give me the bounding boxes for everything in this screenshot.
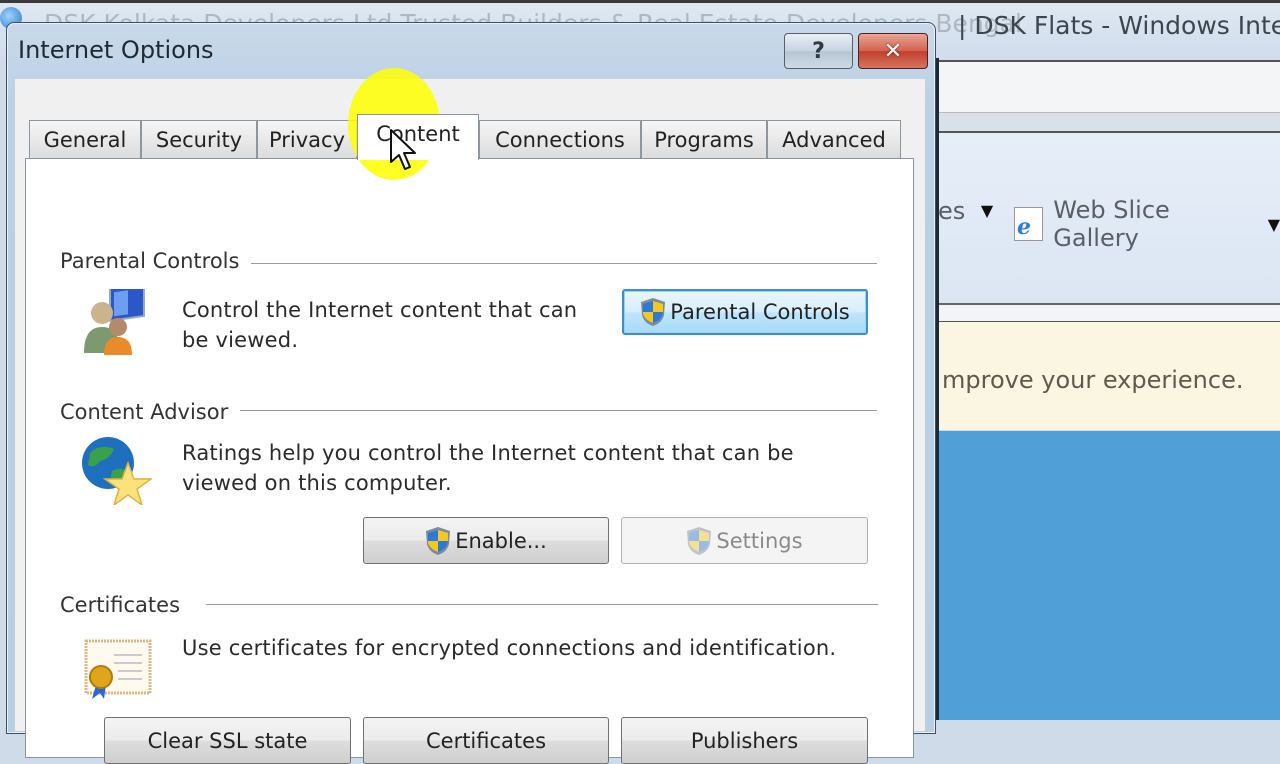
parental-controls-icon [80, 280, 150, 359]
certificates-button[interactable]: Certificates [363, 717, 609, 764]
dialog-body: General Security Privacy Content Connect… [15, 79, 925, 764]
address-bar-area[interactable] [938, 60, 1280, 114]
mouse-pointer-icon [389, 128, 419, 176]
browser-title: | DSK Flats - Windows Intern [958, 11, 1280, 40]
ie-page-icon: e [1014, 207, 1044, 241]
certificates-description: Use certificates for encrypted connectio… [182, 636, 837, 660]
web-slice-gallery-link[interactable]: e Web Slice Gallery ▼ [1014, 196, 1280, 252]
help-button[interactable]: ? [784, 33, 853, 69]
help-icon: ? [812, 38, 825, 64]
uac-shield-icon [641, 298, 666, 326]
internet-options-dialog: Internet Options ? ✕ General Security Pr… [6, 22, 936, 764]
content-advisor-description: Ratings help you control the Internet co… [182, 441, 794, 495]
favorites-item-partial[interactable]: es ▼ [938, 197, 993, 225]
uac-shield-icon [426, 526, 451, 555]
content-advisor-globe-star-icon [80, 435, 154, 509]
group-divider [241, 263, 877, 264]
certificates-heading: Certificates [60, 593, 193, 617]
certificate-icon [84, 639, 152, 703]
dialog-title: Internet Options [18, 36, 214, 64]
group-divider [236, 410, 877, 411]
content-advisor-settings-button[interactable]: Settings [621, 517, 868, 564]
tab-privacy[interactable]: Privacy [257, 120, 357, 158]
tab-general[interactable]: General [29, 120, 141, 158]
web-slice-gallery-label: Web Slice Gallery [1053, 196, 1170, 252]
parental-controls-description: Control the Internet content that can be… [182, 298, 578, 352]
web-page-content [938, 431, 1280, 720]
tab-advanced[interactable]: Advanced [767, 120, 901, 158]
clear-ssl-state-button[interactable]: Clear SSL state [104, 717, 351, 764]
group-divider [206, 604, 878, 605]
enable-content-advisor-button[interactable]: Enable... [363, 517, 609, 564]
parental-controls-heading: Parental Controls [60, 249, 252, 273]
tab-programs[interactable]: Programs [641, 120, 767, 158]
toolbar-strip [938, 112, 1280, 132]
publishers-button[interactable]: Publishers [621, 717, 868, 764]
tab-connections[interactable]: Connections [479, 120, 641, 158]
parental-controls-button[interactable]: Parental Controls [622, 289, 868, 335]
information-bar[interactable]: mprove your experience. [938, 322, 1280, 430]
close-icon: ✕ [883, 38, 903, 64]
content-tab-panel: Parental Controls Control the Internet c… [25, 158, 914, 764]
close-button[interactable]: ✕ [858, 33, 928, 69]
dropdown-arrow-icon: ▼ [980, 201, 994, 220]
information-bar-text: mprove your experience. [942, 366, 1244, 394]
uac-shield-icon [687, 526, 712, 555]
dropdown-arrow-icon: ▼ [1267, 214, 1280, 234]
tab-security[interactable]: Security [141, 120, 257, 158]
content-advisor-heading: Content Advisor [60, 400, 241, 424]
separator [938, 303, 1280, 324]
